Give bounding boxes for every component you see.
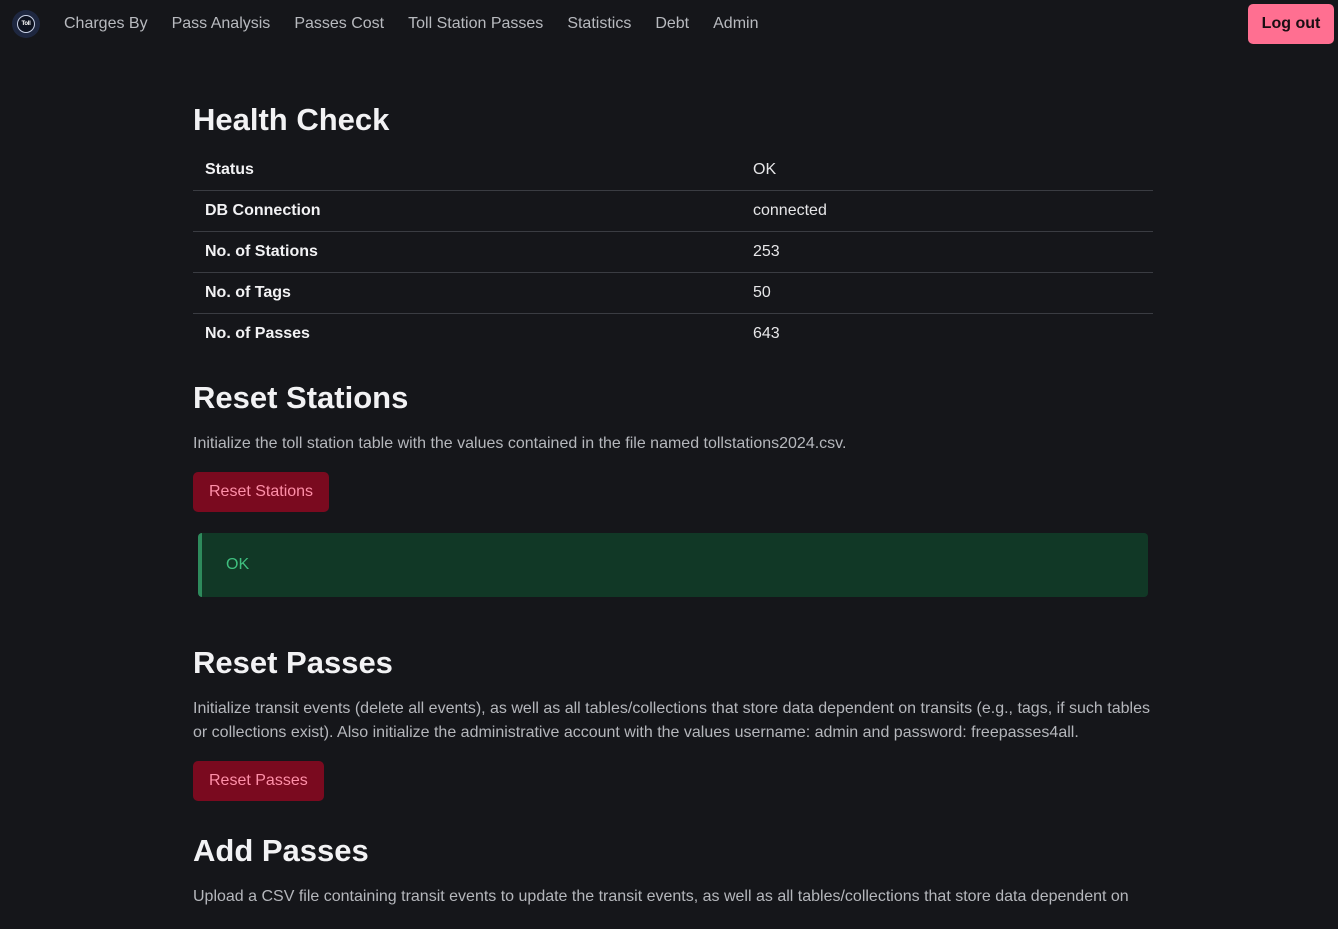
toll-logo-icon[interactable]: Toll: [12, 10, 40, 38]
table-row: No. of Tags 50: [193, 272, 1153, 314]
reset-passes-section: Reset Passes Initialize transit events (…: [193, 639, 1153, 801]
result-text: OK: [226, 556, 250, 573]
row-key-tags: No. of Tags: [193, 272, 741, 314]
row-key-status: Status: [193, 150, 741, 191]
nav-item-statistics[interactable]: Statistics: [555, 15, 643, 33]
nav-item-toll-station-passes[interactable]: Toll Station Passes: [396, 15, 555, 33]
row-key-passes: No. of Passes: [205, 325, 310, 342]
row-key-stations: No. of Stations: [193, 231, 741, 273]
nav-links: Charges By Pass Analysis Passes Cost Tol…: [52, 0, 770, 48]
nav-item-passes-cost[interactable]: Passes Cost: [282, 15, 396, 33]
top-navbar: Toll Charges By Pass Analysis Passes Cos…: [0, 0, 1338, 48]
row-value-passes: 643: [753, 325, 780, 342]
row-value-tags: 50: [741, 272, 1153, 314]
reset-stations-title: Reset Stations: [193, 380, 409, 415]
nav-item-debt[interactable]: Debt: [643, 15, 701, 33]
reset-passes-description: Initialize transit events (delete all ev…: [193, 700, 1150, 741]
nav-item-charges-by[interactable]: Charges By: [52, 15, 160, 33]
table-row: No. of Stations 253: [193, 231, 1153, 273]
health-check-table: Status OK DB Connection connected No. of…: [193, 150, 1153, 354]
reset-passes-title: Reset Passes: [193, 645, 393, 680]
add-passes-title: Add Passes: [193, 833, 369, 868]
reset-passes-button[interactable]: Reset Passes: [193, 761, 324, 801]
reset-stations-result-alert: OK: [198, 533, 1148, 597]
add-passes-section: Add Passes Upload a CSV file containing …: [193, 827, 1153, 909]
row-value-db-connection: connected: [741, 190, 1153, 232]
reset-stations-description: Initialize the toll station table with t…: [193, 435, 847, 452]
health-check-section: Health Check Status OK DB Connection con…: [193, 96, 1153, 354]
row-key-db-connection: DB Connection: [193, 190, 741, 232]
nav-item-pass-analysis[interactable]: Pass Analysis: [160, 15, 283, 33]
row-value-stations: 253: [741, 231, 1153, 273]
logout-button[interactable]: Log out: [1248, 4, 1334, 44]
table-row: No. of Passes 643: [193, 314, 1153, 355]
row-value-status: OK: [741, 150, 1153, 191]
logo-text: Toll: [17, 15, 35, 33]
nav-item-admin[interactable]: Admin: [701, 15, 770, 33]
table-row: DB Connection connected: [193, 190, 1153, 232]
reset-stations-button[interactable]: Reset Stations: [193, 472, 330, 512]
add-passes-description: Upload a CSV file containing transit eve…: [193, 888, 1129, 905]
main-content: Health Check Status OK DB Connection con…: [193, 96, 1153, 925]
health-check-title: Health Check: [193, 102, 390, 137]
reset-stations-section: Reset Stations Initialize the toll stati…: [193, 374, 1153, 597]
table-row: Status OK: [193, 150, 1153, 191]
